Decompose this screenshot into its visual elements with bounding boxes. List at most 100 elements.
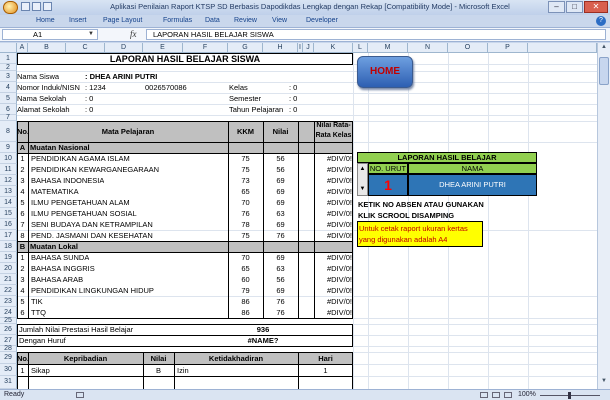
select-all-corner[interactable] — [0, 43, 17, 53]
home-button[interactable]: HOME — [357, 56, 413, 88]
worksheet[interactable]: LAPORAN HASIL BELAJAR SISWA Nama Siswa :… — [17, 53, 597, 389]
row-header[interactable]: 9 — [0, 142, 17, 153]
header-kkm: KKM — [236, 127, 255, 136]
row-header[interactable]: 18 — [0, 241, 17, 252]
nomor-induk-label: Nomor Induk/NISN — [17, 83, 80, 92]
row-header[interactable]: 11 — [0, 164, 17, 175]
zoom-level[interactable]: 100% — [518, 390, 536, 400]
row-header[interactable]: 4 — [0, 82, 17, 93]
instruction-2: KLIK SCROOL DISAMPING — [358, 211, 455, 220]
name-box[interactable]: A1 — [2, 29, 98, 40]
tab-insert[interactable]: Insert — [69, 17, 87, 24]
column-header-p[interactable]: P — [488, 43, 528, 53]
subject-kkm: 76 — [241, 209, 250, 218]
save-icon[interactable] — [21, 2, 30, 11]
row-header[interactable]: 1 — [0, 53, 17, 64]
page-break-view-icon[interactable] — [504, 392, 512, 398]
column-header-l[interactable]: L — [353, 43, 368, 53]
normal-view-icon[interactable] — [480, 392, 488, 398]
maximize-button[interactable]: □ — [566, 1, 583, 13]
zoom-slider-thumb[interactable] — [568, 392, 571, 399]
row-header[interactable]: 14 — [0, 197, 17, 208]
column-header-d[interactable]: D — [105, 43, 143, 53]
subject-name: ILMU PENGETAHUAN SOSIAL — [31, 209, 137, 218]
redo-icon[interactable] — [43, 2, 52, 11]
row-header[interactable]: 30 — [0, 364, 17, 376]
row-header[interactable]: 5 — [0, 93, 17, 104]
row-header[interactable]: 22 — [0, 285, 17, 296]
column-header-k[interactable]: K — [314, 43, 353, 53]
subject-name: PENDIDIKAN LINGKUNGAN HIDUP — [31, 286, 154, 295]
tab-page-layout[interactable]: Page Layout — [103, 17, 142, 24]
scroll-up-icon[interactable]: ▲ — [599, 44, 609, 54]
row-header[interactable]: 26 — [0, 324, 17, 335]
row-header[interactable]: 12 — [0, 175, 17, 186]
subject-nilai: 56 — [276, 165, 285, 174]
tab-review[interactable]: Review — [234, 17, 257, 24]
scroll-thumb[interactable] — [599, 57, 609, 85]
formula-input[interactable]: LAPORAN HASIL BELAJAR SISWA — [146, 29, 606, 40]
row-header[interactable]: 15 — [0, 208, 17, 219]
column-header-e[interactable]: E — [143, 43, 183, 53]
subject-name: ILMU PENGETAHUAN ALAM — [31, 198, 130, 207]
row-header[interactable]: 19 — [0, 252, 17, 263]
subject-nilai: 69 — [276, 220, 285, 229]
row-header[interactable]: 23 — [0, 296, 17, 307]
group-b-name: Muatan Lokal — [30, 242, 78, 251]
instruction-1: KETIK NO ABSEN ATAU GUNAKAN — [358, 200, 484, 209]
row-header[interactable]: 2 — [0, 64, 17, 71]
subject-no: 6 — [20, 209, 25, 218]
subject-kkm: 86 — [241, 297, 250, 306]
subject-no: 5 — [20, 297, 25, 306]
help-icon[interactable]: ? — [596, 16, 606, 26]
row-header[interactable]: 20 — [0, 263, 17, 274]
row-header[interactable]: 31 — [0, 376, 17, 389]
spin-up-icon[interactable]: ▲ — [358, 165, 367, 173]
tab-developer[interactable]: Developer — [306, 17, 338, 24]
subject-no: 3 — [20, 275, 25, 284]
row-header[interactable]: 10 — [0, 153, 17, 164]
subject-nilai: 76 — [276, 297, 285, 306]
column-header-g[interactable]: G — [228, 43, 263, 53]
tab-view[interactable]: View — [272, 17, 287, 24]
row-header[interactable]: 3 — [0, 71, 17, 82]
column-header-n[interactable]: N — [408, 43, 448, 53]
chevron-down-icon[interactable]: ▼ — [88, 31, 94, 37]
office-button[interactable] — [3, 1, 18, 14]
minimize-button[interactable]: – — [548, 1, 565, 13]
row-header[interactable]: 13 — [0, 186, 17, 197]
vertical-scrollbar[interactable]: ▲ ▼ — [597, 43, 610, 389]
tab-data[interactable]: Data — [205, 17, 220, 24]
close-button[interactable]: ✕ — [584, 1, 608, 13]
row-header[interactable]: 17 — [0, 230, 17, 241]
subject-name: BAHASA INDONESIA — [31, 176, 105, 185]
column-header-a[interactable]: A — [17, 43, 28, 53]
subject-rata: #DIV/0! — [326, 264, 352, 273]
column-header-j[interactable]: J — [303, 43, 314, 53]
macro-record-icon[interactable] — [76, 392, 84, 398]
column-header-m[interactable]: M — [368, 43, 408, 53]
row-header[interactable]: 8 — [0, 121, 17, 142]
row-header[interactable]: 29 — [0, 352, 17, 364]
column-header-c[interactable]: C — [66, 43, 105, 53]
undo-icon[interactable] — [32, 2, 41, 11]
column-header-b[interactable]: B — [28, 43, 66, 53]
group-a-name: Muatan Nasional — [30, 143, 90, 152]
subject-kkm: 79 — [241, 286, 250, 295]
spin-down-icon[interactable]: ▼ — [358, 185, 367, 193]
function-icon[interactable]: fx — [130, 29, 137, 39]
subject-name: PENDIDIKAN KEWARGANEGARAAN — [31, 165, 160, 174]
scroll-down-icon[interactable]: ▼ — [599, 378, 609, 388]
column-header-h[interactable]: H — [263, 43, 298, 53]
row-header[interactable]: 21 — [0, 274, 17, 285]
tab-home[interactable]: Home — [36, 17, 55, 24]
kep-row-ketidakhadiran: Izin — [177, 366, 189, 375]
no-urut-label: NO. URUT — [369, 164, 407, 173]
column-header-o[interactable]: O — [448, 43, 488, 53]
row-header[interactable]: 16 — [0, 219, 17, 230]
tab-formulas[interactable]: Formulas — [163, 17, 192, 24]
page-layout-view-icon[interactable] — [492, 392, 500, 398]
no-urut-input[interactable]: 1 — [368, 174, 408, 196]
print-note-1: Untuk cetak raport ukuran kertas — [359, 224, 468, 233]
column-header-f[interactable]: F — [183, 43, 228, 53]
